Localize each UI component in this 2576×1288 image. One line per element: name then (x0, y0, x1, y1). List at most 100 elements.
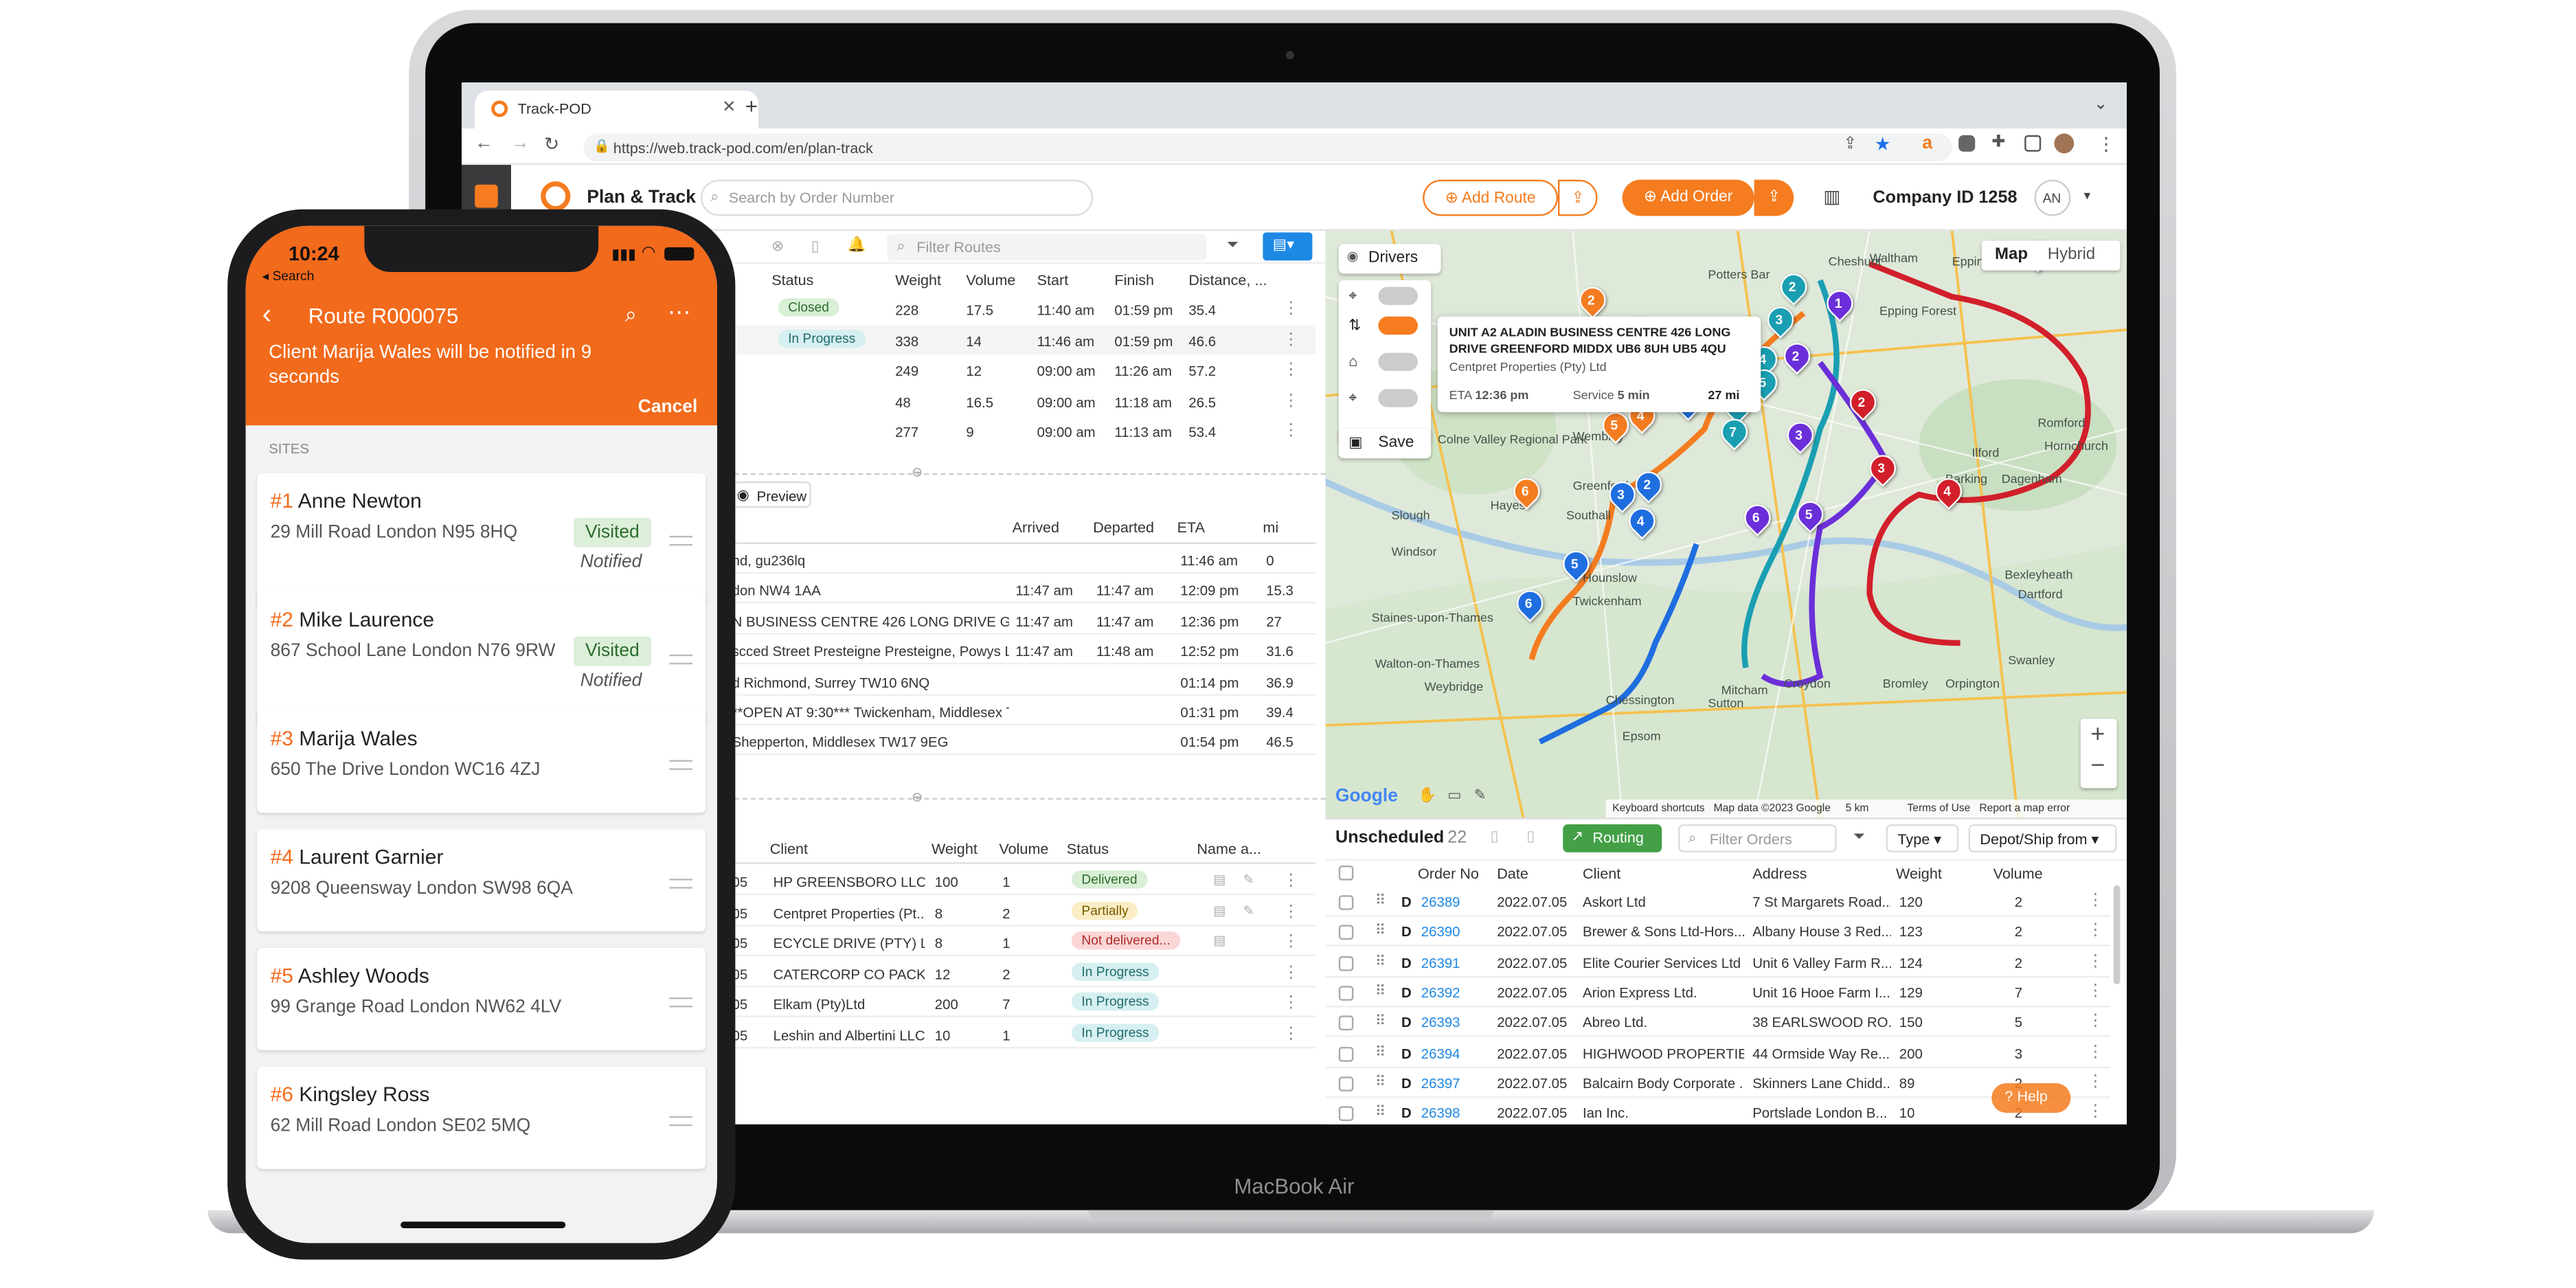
order-number-link[interactable]: 26393 (1421, 1014, 1460, 1030)
row-menu-icon[interactable]: ⋮ (2087, 892, 2103, 909)
col-volume[interactable]: Volume (966, 272, 1015, 289)
scrollbar[interactable] (2113, 885, 2121, 984)
document-icon[interactable]: ▤ (1213, 872, 1225, 888)
col-eta[interactable]: ETA (1177, 519, 1205, 536)
drag-handle-icon[interactable]: ⠿ (1375, 1043, 1386, 1061)
browser-tab[interactable]: Track-POD ✕ (475, 91, 758, 129)
user-avatar[interactable]: AN (2034, 179, 2071, 216)
depot-dropdown[interactable]: Depot/Ship from ▾ (1968, 824, 2117, 852)
reorder-handle-icon[interactable] (669, 760, 693, 770)
delete-icon[interactable]: ▯ (811, 238, 820, 256)
bell-icon[interactable]: 🔔 (848, 236, 866, 253)
cancel-notification-button[interactable]: Cancel (638, 397, 698, 417)
col-unsched-weight[interactable]: Weight (1896, 866, 1942, 882)
drag-handle-icon[interactable]: ⠿ (1375, 982, 1386, 1000)
forward-arrow-icon[interactable]: → (511, 133, 529, 153)
drag-handle-icon[interactable]: ⠿ (1375, 952, 1386, 970)
terms-link[interactable]: Terms of Use (1907, 803, 1970, 815)
funnel-icon[interactable]: ⏷ (1227, 236, 1239, 253)
order-number-link[interactable]: 26389 (1421, 894, 1460, 910)
routing-button[interactable]: ↗ Routing (1563, 824, 1662, 852)
order-number-link[interactable]: 26398 (1421, 1105, 1460, 1121)
document-icon[interactable]: ▤ (1213, 903, 1225, 918)
row-checkbox[interactable] (1338, 925, 1354, 940)
row-checkbox[interactable] (1338, 1106, 1354, 1122)
profile-avatar-icon[interactable] (2054, 133, 2075, 154)
row-menu-icon[interactable]: ⋮ (1283, 361, 1299, 379)
order-search-input[interactable]: ⌕ Search by Order Number (701, 179, 1094, 216)
row-checkbox[interactable] (1338, 1076, 1354, 1092)
document-icon[interactable]: ▤ (1213, 933, 1225, 948)
drivers-button[interactable]: ◉ Drivers (1338, 244, 1441, 274)
site-card[interactable]: #1 Anne Newton 29 Mill Road London N95 8H… (257, 473, 706, 605)
type-dropdown[interactable]: Type ▾ (1886, 824, 1959, 852)
col-date[interactable]: Date (1497, 866, 1528, 882)
drag-handle-icon[interactable]: ⠿ (1375, 1103, 1386, 1121)
location-layer-toggle[interactable] (1378, 389, 1418, 407)
address-field[interactable]: 🔒 https://web.track-pod.com/en/plan-trac… (583, 133, 1952, 162)
save-map-button[interactable]: ▣ Save (1338, 429, 1432, 459)
row-checkbox[interactable] (1338, 956, 1354, 971)
sidebar-toggle-icon[interactable] (2024, 135, 2042, 152)
col-start[interactable]: Start (1037, 272, 1069, 289)
reorder-handle-icon[interactable] (669, 997, 693, 1008)
order-number-link[interactable]: 26390 (1421, 924, 1460, 940)
site-card[interactable]: #4 Laurent Garnier 9208 Queensway London … (257, 829, 706, 931)
clear-filter-icon[interactable]: ⊗ (771, 238, 784, 256)
reorder-handle-icon[interactable] (669, 879, 693, 889)
row-menu-icon[interactable]: ⋮ (1283, 330, 1299, 348)
row-menu-icon[interactable]: ⋮ (2087, 952, 2103, 970)
route-layer-toggle[interactable] (1378, 316, 1418, 335)
amazon-extension-icon[interactable]: a (1922, 133, 1932, 153)
back-to-search[interactable]: ◂ Search (262, 269, 315, 284)
splitter-handle-2-icon[interactable]: ⊖ (912, 790, 923, 805)
trash-icon[interactable]: ▯ (1526, 828, 1535, 846)
row-menu-icon[interactable]: ⋮ (1283, 422, 1299, 440)
col-unsched-volume[interactable]: Volume (1993, 866, 2043, 882)
signature-icon[interactable]: ✎ (1243, 872, 1254, 888)
col-order-status[interactable]: Status (1067, 841, 1109, 857)
filter-orders-input[interactable]: ⌕ Filter Orders (1678, 824, 1837, 852)
preview-button[interactable]: ◉ Preview (728, 481, 811, 508)
map-tab[interactable]: Map (1995, 246, 2028, 264)
route-row[interactable] (729, 416, 1315, 445)
row-menu-icon[interactable]: ⋮ (1283, 964, 1299, 982)
tab-list-chevron-icon[interactable]: ⌄ (2094, 95, 2108, 113)
col-order-no[interactable]: Order No (1418, 866, 1479, 882)
row-menu-icon[interactable]: ⋮ (2087, 982, 2103, 1000)
site-card[interactable]: #3 Marija Wales 650 The Drive London WC16… (257, 710, 706, 813)
export-routes-button[interactable]: ⇪ (1558, 179, 1598, 216)
route-map[interactable]: Potters Bar Waltham Cheshunt Epping Epping F… (1325, 231, 2127, 818)
more-options-icon[interactable]: ⋯ (668, 298, 691, 326)
zoom-in-icon[interactable]: + (2090, 721, 2105, 749)
hand-tool-icon[interactable]: ✋ (1418, 787, 1436, 804)
row-menu-icon[interactable]: ⋮ (1283, 933, 1299, 951)
row-checkbox[interactable] (1338, 895, 1354, 910)
reorder-handle-icon[interactable] (669, 1116, 693, 1127)
col-mi[interactable]: mi (1263, 519, 1278, 536)
hybrid-tab[interactable]: Hybrid (2048, 246, 2095, 264)
row-menu-icon[interactable]: ⋮ (1283, 392, 1299, 409)
pin-layer-toggle[interactable] (1378, 286, 1418, 306)
share-icon[interactable]: ⇪ (1843, 135, 1857, 153)
site-card[interactable]: #6 Kingsley Ross 62 Mill Road London SE02… (257, 1066, 706, 1169)
new-tab-icon[interactable]: + (745, 94, 758, 119)
drag-handle-icon[interactable]: ⠿ (1375, 892, 1386, 909)
filter-routes-input[interactable]: ⌕ Filter Routes (887, 234, 1207, 261)
row-menu-icon[interactable]: ⋮ (1283, 872, 1299, 890)
row-menu-icon[interactable]: ⋮ (1283, 994, 1299, 1012)
reorder-handle-icon[interactable] (669, 654, 693, 665)
signature-icon[interactable]: ✎ (1243, 903, 1254, 918)
lasso-tool-icon[interactable]: ✎ (1474, 787, 1487, 804)
row-menu-icon[interactable]: ⋮ (1283, 300, 1299, 318)
export-dropdown-button[interactable]: ▤▾ (1263, 232, 1313, 261)
back-arrow-icon[interactable]: ← (475, 133, 493, 153)
menu-icon[interactable] (475, 184, 498, 208)
keyboard-shortcuts-link[interactable]: Keyboard shortcuts (1612, 803, 1704, 815)
report-error-link[interactable]: Report a map error (1979, 803, 2070, 815)
row-menu-icon[interactable]: ⋮ (2087, 1013, 2103, 1030)
drag-handle-icon[interactable]: ⠿ (1375, 1073, 1386, 1091)
col-address[interactable]: Address (1752, 866, 1807, 882)
order-number-link[interactable]: 26394 (1421, 1044, 1460, 1061)
select-tool-icon[interactable]: ▭ (1447, 787, 1461, 804)
